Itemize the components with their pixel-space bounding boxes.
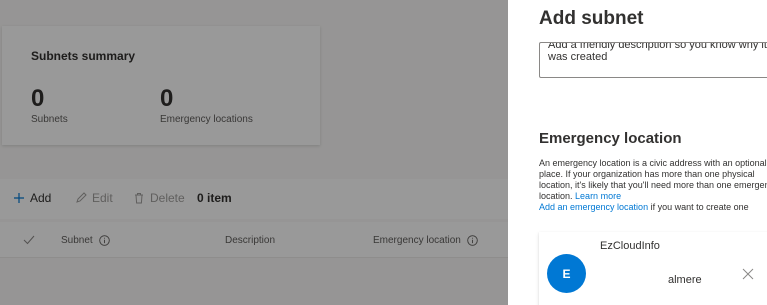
modal-overlay[interactable] <box>0 0 508 305</box>
add-emergency-location-link[interactable]: Add an emergency location <box>539 202 648 212</box>
description-field[interactable]: Add a friendly description so you know w… <box>539 42 767 78</box>
avatar: E <box>547 254 586 293</box>
location-city: almere <box>668 274 702 286</box>
learn-more-link[interactable]: Learn more <box>575 191 621 201</box>
emergency-location-description-text: An emergency location is a civic address… <box>539 158 767 201</box>
panel-title: Add subnet <box>539 8 644 29</box>
remove-location-button[interactable] <box>741 267 755 281</box>
close-icon <box>742 268 754 280</box>
description-field-value: Add a friendly description so you know w… <box>548 42 767 63</box>
location-name: EzCloudInfo <box>600 240 660 252</box>
emergency-location-heading: Emergency location <box>539 130 682 147</box>
emergency-location-description: An emergency location is a civic address… <box>539 158 767 213</box>
add-emergency-location-suffix: if you want to create one <box>650 202 749 212</box>
